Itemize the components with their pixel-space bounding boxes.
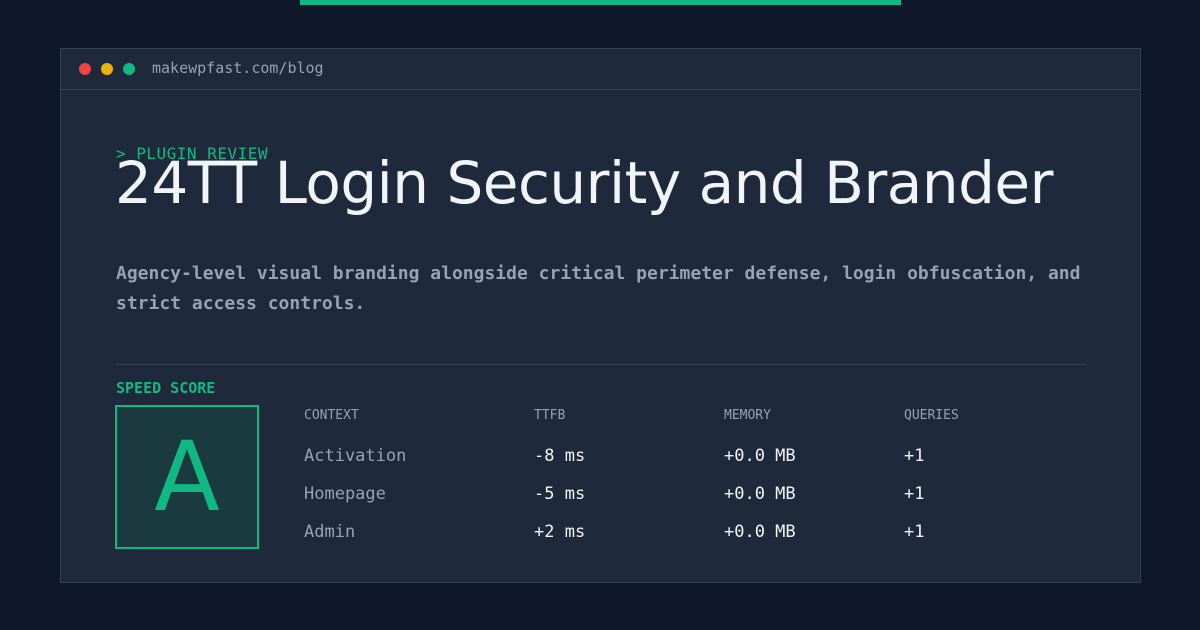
article-description: Agency-level visual branding alongside c… bbox=[116, 263, 1081, 314]
speed-score-label: SPEED SCORE bbox=[116, 379, 216, 397]
url-text: makewpfast.com/blog bbox=[152, 59, 324, 77]
row-admin-memory: +0.0 MB bbox=[724, 522, 796, 542]
row-activation-queries: +1 bbox=[904, 446, 925, 466]
divider bbox=[116, 364, 1086, 365]
column-header-ttfb: TTFB bbox=[534, 408, 566, 423]
column-header-memory: MEMORY bbox=[724, 408, 771, 423]
row-activation-context: Activation bbox=[304, 446, 407, 466]
page-title: 24TT Login Security and Brander bbox=[115, 149, 1053, 217]
row-homepage-context: Homepage bbox=[304, 484, 386, 504]
row-homepage-ttfb: -5 ms bbox=[534, 484, 586, 504]
window-titlebar: makewpfast.com/blog bbox=[61, 49, 1140, 90]
column-header-queries: QUERIES bbox=[904, 408, 959, 423]
row-admin-context: Admin bbox=[304, 522, 356, 542]
row-homepage-memory: +0.0 MB bbox=[724, 484, 796, 504]
speed-grade: A bbox=[154, 421, 220, 533]
row-activation-memory: +0.0 MB bbox=[724, 446, 796, 466]
top-accent-bar bbox=[300, 0, 901, 5]
row-admin-ttfb: +2 ms bbox=[534, 522, 586, 542]
close-dot-icon[interactable] bbox=[79, 63, 91, 75]
column-header-context: CONTEXT bbox=[304, 408, 359, 423]
row-homepage-queries: +1 bbox=[904, 484, 925, 504]
row-activation-ttfb: -8 ms bbox=[534, 446, 586, 466]
maximize-dot-icon[interactable] bbox=[123, 63, 135, 75]
browser-window: makewpfast.com/blog > PLUGIN REVIEW 24TT… bbox=[60, 48, 1141, 583]
minimize-dot-icon[interactable] bbox=[101, 63, 113, 75]
row-admin-queries: +1 bbox=[904, 522, 925, 542]
speed-grade-box: A bbox=[115, 405, 259, 549]
